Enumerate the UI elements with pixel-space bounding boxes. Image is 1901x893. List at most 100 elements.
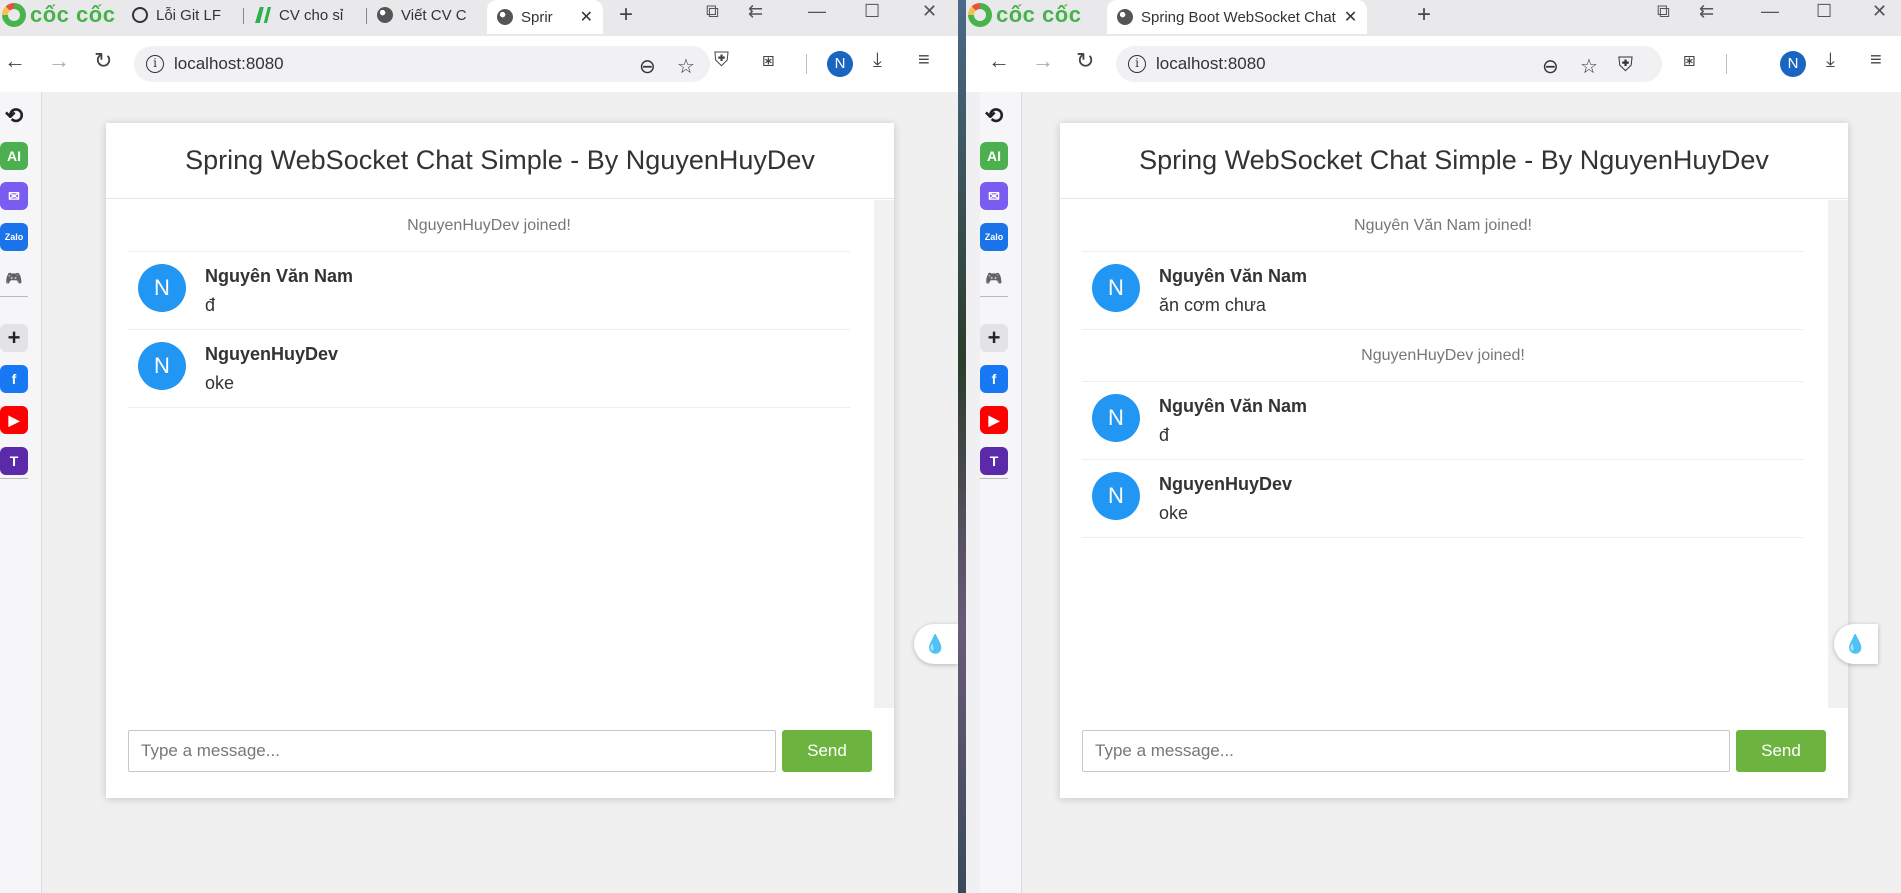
browser-sidebar: ⟲ AI ✉ Zalo 🎮 + f ▶ T [0, 92, 42, 893]
message-input[interactable] [128, 730, 776, 772]
send-button[interactable]: Send [1736, 730, 1826, 772]
floating-assistant-icon[interactable]: 💧 [914, 624, 958, 664]
avatar: N [138, 342, 186, 390]
add-icon[interactable]: + [980, 324, 1008, 352]
game-icon[interactable]: 🎮 [0, 264, 28, 292]
profile-avatar[interactable]: N [1780, 51, 1806, 77]
bookmark-star-icon[interactable]: ☆ [1580, 54, 1598, 79]
maximize-button[interactable]: ☐ [864, 1, 880, 22]
tab-spring-active[interactable]: Spring Boot WebSocket Chat ✕ [1107, 0, 1367, 34]
forward-icon[interactable]: → [1032, 48, 1054, 74]
facebook-icon[interactable]: f [980, 365, 1008, 393]
close-window-button[interactable]: ✕ [1872, 1, 1887, 22]
message-area: NguyenHuyDev joined! N Nguyên Văn Nam đ N Ngu… [106, 200, 894, 708]
minimize-button[interactable]: — [808, 1, 826, 22]
close-window-button[interactable]: ✕ [922, 1, 937, 22]
sidebar-toggle-icon[interactable]: ⇇ [748, 1, 763, 22]
message-text: ăn cơm chưa [1159, 295, 1266, 315]
browser-window-left: cốc cốc Lỗi Git LF CV cho sỉ Viết CV C S… [0, 0, 958, 893]
browser-window-right: cốc cốc Spring Boot WebSocket Chat ✕ + ⧉… [966, 0, 1901, 893]
join-event: NguyenHuyDev joined! [128, 200, 850, 252]
site-info-icon[interactable]: i [146, 55, 164, 73]
tab-cv[interactable]: CV cho sỉ [245, 0, 365, 30]
zoom-out-icon[interactable]: ⊖ [639, 54, 656, 79]
zalo-icon[interactable]: Zalo [0, 223, 28, 251]
message-body: Nguyên Văn Nam ăn cơm chưa [1159, 264, 1307, 316]
new-tab-button[interactable]: + [1417, 1, 1431, 29]
message-list: Nguyên Văn Nam joined! N Nguyên Văn Nam ăn … [1082, 200, 1804, 538]
tab-viet-cv[interactable]: Viết CV C [367, 0, 482, 30]
url-field[interactable]: i localhost:8080 ⊖ ☆ [134, 46, 710, 82]
shield-icon[interactable]: ⛨ [714, 49, 729, 72]
message-input[interactable] [1082, 730, 1730, 772]
extensions-icon[interactable]: ⧆ [1683, 49, 1696, 72]
message-composer: Send [128, 730, 872, 772]
send-button[interactable]: Send [782, 730, 872, 772]
message-text: oke [1159, 503, 1189, 523]
facebook-icon[interactable]: f [0, 365, 28, 393]
sidebar-toggle-icon[interactable]: ⇇ [1699, 1, 1714, 22]
message-text: oke [205, 373, 235, 393]
sender-name: NguyenHuyDev [205, 344, 339, 364]
floating-assistant-icon[interactable]: 💧 [1834, 624, 1878, 664]
history-icon[interactable]: ⟲ [980, 102, 1008, 130]
page-content: Spring WebSocket Chat Simple - By Nguyen… [1022, 92, 1901, 893]
back-icon[interactable]: ← [4, 48, 26, 74]
message-scrollbar[interactable] [874, 200, 894, 708]
t-app-icon[interactable]: T [980, 447, 1008, 475]
chat-title: Spring WebSocket Chat Simple - By Nguyen… [1060, 123, 1848, 199]
menu-icon[interactable]: ≡ [1870, 49, 1882, 72]
address-bar: ← → ↻ i localhost:8080 ⊖ ☆ ⛨ ⧆ N ⤓ ≡ [0, 36, 958, 92]
globe-icon [497, 9, 513, 25]
game-icon[interactable]: 🎮 [980, 264, 1008, 292]
message-body: Nguyên Văn Nam đ [1159, 394, 1307, 446]
youtube-icon[interactable]: ▶ [980, 406, 1008, 434]
bookmark-star-icon[interactable]: ☆ [677, 54, 695, 79]
sidebar-separator [980, 478, 1008, 479]
message-composer: Send [1082, 730, 1826, 772]
add-icon[interactable]: + [0, 324, 28, 352]
zoom-out-icon[interactable]: ⊖ [1542, 54, 1559, 79]
close-tab-icon[interactable]: ✕ [580, 7, 593, 27]
zalo-icon[interactable]: Zalo [980, 223, 1008, 251]
ai-assistant-icon[interactable]: AI [0, 142, 28, 170]
message-body: NguyenHuyDev oke [205, 342, 338, 394]
close-tab-icon[interactable]: ✕ [1344, 7, 1357, 27]
message-area: Nguyên Văn Nam joined! N Nguyên Văn Nam ăn … [1060, 200, 1848, 708]
avatar: N [1092, 264, 1140, 312]
reload-icon[interactable]: ↻ [94, 48, 112, 74]
messenger-icon[interactable]: ✉ [0, 182, 28, 210]
sidebar-separator [980, 296, 1008, 297]
screenshot-icon[interactable]: ⧉ [706, 1, 719, 22]
shield-icon[interactable]: ⛨ [1618, 54, 1633, 77]
maximize-button[interactable]: ☐ [1816, 1, 1832, 22]
reload-icon[interactable]: ↻ [1076, 48, 1094, 74]
back-icon[interactable]: ← [988, 48, 1010, 74]
t-app-icon[interactable]: T [0, 447, 28, 475]
forward-icon[interactable]: → [48, 48, 70, 74]
tab-git-lf[interactable]: Lỗi Git LF [122, 0, 242, 30]
message-text: đ [1159, 425, 1170, 445]
history-icon[interactable]: ⟲ [0, 102, 28, 130]
message-text: đ [205, 295, 216, 315]
chat-title: Spring WebSocket Chat Simple - By Nguyen… [106, 123, 894, 199]
chat-container: Spring WebSocket Chat Simple - By Nguyen… [106, 123, 894, 798]
sender-name: Nguyên Văn Nam [1159, 396, 1308, 416]
extensions-icon[interactable]: ⧆ [762, 49, 775, 72]
url-field[interactable]: i localhost:8080 ⊖ ☆ ⛨ [1116, 46, 1662, 82]
globe-icon [377, 7, 393, 23]
download-icon[interactable]: ⤓ [873, 49, 882, 72]
tab-spring-active[interactable]: Sprir ✕ [487, 0, 603, 34]
download-icon[interactable]: ⤓ [1826, 49, 1835, 72]
ai-assistant-icon[interactable]: AI [980, 142, 1008, 170]
profile-avatar[interactable]: N [827, 51, 853, 77]
minimize-button[interactable]: — [1761, 1, 1779, 22]
youtube-icon[interactable]: ▶ [0, 406, 28, 434]
sender-name: Nguyên Văn Nam [205, 266, 354, 286]
screenshot-icon[interactable]: ⧉ [1657, 1, 1670, 22]
menu-icon[interactable]: ≡ [918, 49, 930, 72]
messenger-icon[interactable]: ✉ [980, 182, 1008, 210]
site-info-icon[interactable]: i [1128, 55, 1146, 73]
message-list: NguyenHuyDev joined! N Nguyên Văn Nam đ N Ngu… [128, 200, 850, 408]
new-tab-button[interactable]: + [619, 1, 633, 29]
